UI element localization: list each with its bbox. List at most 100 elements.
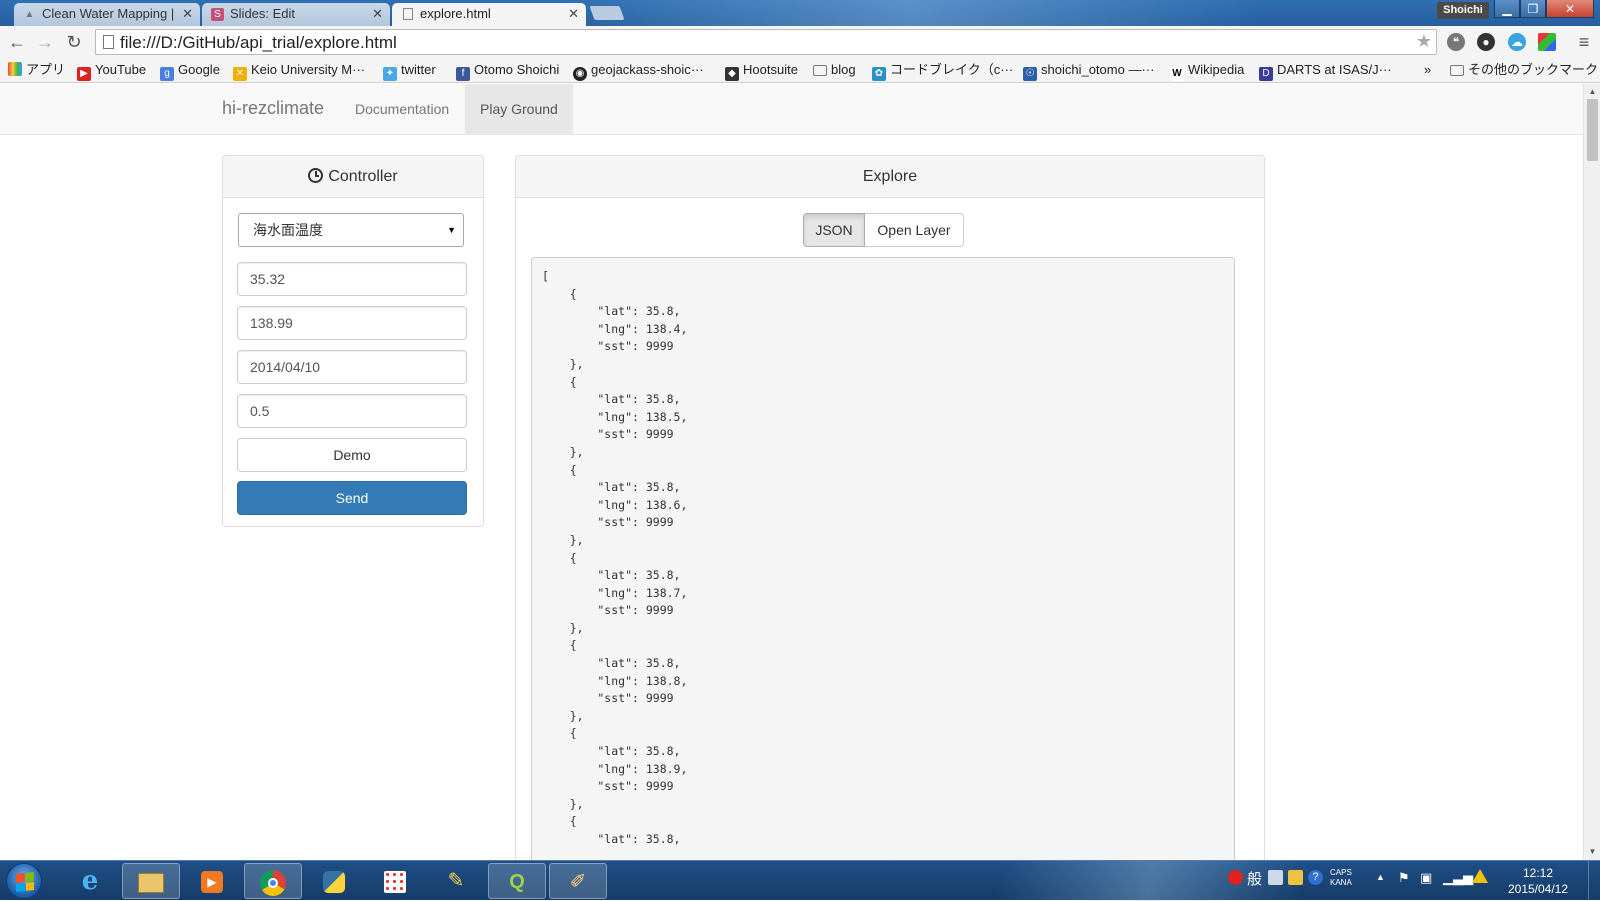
- close-window-icon[interactable]: ✕: [1546, 0, 1594, 18]
- scroll-thumb[interactable]: [1587, 99, 1598, 161]
- page-scrollbar[interactable]: ▲ ▼: [1583, 84, 1600, 860]
- demo-button[interactable]: Demo: [237, 438, 467, 472]
- bookmark-codebreak[interactable]: ✿ コードブレイク（c···: [872, 62, 1013, 81]
- tab-close-icon[interactable]: ✕: [372, 3, 383, 25]
- browser-toolbar: ← → ↻ file:///D:/GitHub/api_trial/explor…: [0, 26, 1600, 57]
- bookmark-darts[interactable]: D DARTS at ISAS/J···: [1259, 62, 1392, 81]
- bookmark-keio[interactable]: ✕ Keio University M···: [233, 62, 365, 81]
- tab-json[interactable]: JSON: [803, 213, 865, 247]
- internet-explorer-icon[interactable]: e: [61, 863, 119, 899]
- tray-google-drive-icon[interactable]: [1472, 869, 1488, 886]
- bookmark-wikipedia[interactable]: W Wikipedia: [1170, 62, 1244, 81]
- explore-heading: Explore: [516, 156, 1264, 198]
- keio-x-icon: ✕: [233, 67, 247, 81]
- new-tab-button[interactable]: [589, 6, 625, 20]
- tray-action-center-flag-icon[interactable]: ⚑: [1398, 870, 1410, 886]
- windows-taskbar: e ▶ ✎ Q ✐ 般 ? CAPS KANA ▲ ⚑ ▣ ▁▃▅ 12:12 2…: [0, 860, 1600, 901]
- tab-close-icon[interactable]: ✕: [568, 3, 579, 25]
- page-viewport: hi-rezclimate Documentation Play Ground …: [0, 84, 1583, 860]
- tray-clock[interactable]: 12:12 2015/04/12: [1497, 865, 1579, 897]
- qgis-icon[interactable]: Q: [488, 863, 546, 899]
- chevron-down-icon: ▼: [447, 225, 456, 235]
- page-icon: [103, 35, 114, 49]
- range-input[interactable]: 0.5: [237, 394, 467, 428]
- tray-caps-label: CAPS: [1330, 868, 1352, 877]
- scroll-up-arrow-icon[interactable]: ▲: [1584, 84, 1600, 100]
- folder-icon: [813, 65, 827, 76]
- hootsuite-owl-icon: ◆: [725, 67, 739, 81]
- address-url[interactable]: file:///D:/GitHub/api_trial/explore.html: [120, 33, 397, 52]
- bookmarks-overflow-chevron[interactable]: »: [1424, 62, 1431, 78]
- bookmark-hootsuite[interactable]: ◆ Hootsuite: [725, 62, 798, 81]
- profile-badge[interactable]: Shoichi: [1437, 2, 1489, 19]
- tray-antivirus-icon[interactable]: [1228, 870, 1243, 888]
- json-output: [ { "lat": 35.8, "lng": 138.4, "sst": 99…: [531, 257, 1235, 860]
- show-desktop-button[interactable]: [1588, 861, 1600, 901]
- bookmark-youtube[interactable]: ▶ YouTube: [77, 62, 146, 81]
- tab-favicon-icon: S: [211, 8, 224, 21]
- tab-explore-html[interactable]: explore.html ✕: [392, 3, 586, 26]
- tab-clean-water-mapping[interactable]: ▲ Clean Water Mapping | ✕: [14, 3, 200, 26]
- longitude-input[interactable]: 138.99: [237, 306, 467, 340]
- browser-titlebar: ▲ Clean Water Mapping | ✕ S Slides: Edit…: [0, 0, 1600, 26]
- address-bar[interactable]: file:///D:/GitHub/api_trial/explore.html…: [95, 29, 1437, 55]
- tray-show-hidden-icon[interactable]: ▲: [1376, 872, 1385, 882]
- extension-hangouts-icon[interactable]: ❝: [1447, 33, 1465, 51]
- forward-arrow-icon[interactable]: →: [33, 30, 57, 54]
- pen-tool-icon[interactable]: ✎: [427, 863, 485, 899]
- bookmark-shoichi-otomo[interactable]: ☉ shoichi_otomo —···: [1023, 62, 1154, 81]
- app-grid-icon[interactable]: [366, 863, 424, 899]
- chrome-icon[interactable]: [244, 863, 302, 899]
- github-icon: ◉: [573, 67, 587, 81]
- tray-dictionary-icon[interactable]: [1288, 870, 1303, 888]
- nav-link-play-ground[interactable]: Play Ground: [465, 84, 573, 134]
- bookmarks-bar: アプリ ▶ YouTube g Google ✕ Keio University M·…: [0, 57, 1600, 83]
- folder-icon: [1450, 65, 1464, 76]
- bookmark-twitter[interactable]: ✦ twitter: [383, 62, 436, 81]
- extension-dark-orb-icon[interactable]: ●: [1477, 33, 1495, 51]
- dataset-select[interactable]: 海水面温度 ▼: [238, 213, 464, 247]
- start-button[interactable]: [6, 863, 42, 899]
- tray-ime-pad-icon[interactable]: [1268, 870, 1283, 888]
- tray-ime-mode[interactable]: 般: [1247, 868, 1262, 889]
- codebreak-icon: ✿: [872, 67, 886, 81]
- controller-title: Controller: [328, 168, 398, 185]
- extension-cloud-icon[interactable]: ☁: [1508, 33, 1526, 51]
- extension-colorful-icon[interactable]: [1538, 33, 1556, 51]
- back-arrow-icon[interactable]: ←: [5, 30, 29, 54]
- bookmark-folder-blog[interactable]: blog: [813, 62, 856, 78]
- send-button[interactable]: Send: [237, 481, 467, 515]
- tab-close-icon[interactable]: ✕: [182, 3, 193, 25]
- tab-slides-edit[interactable]: S Slides: Edit ✕: [202, 3, 390, 26]
- shield-profile-icon: ☉: [1023, 67, 1037, 81]
- reload-icon[interactable]: ↻: [62, 30, 86, 54]
- windows-logo-icon: [16, 872, 34, 892]
- paint-palette-icon[interactable]: ✐: [549, 863, 607, 899]
- google-icon: g: [160, 67, 174, 81]
- nav-link-documentation[interactable]: Documentation: [340, 84, 464, 134]
- tray-network-signal-icon[interactable]: ▁▃▅: [1443, 870, 1473, 886]
- scroll-down-arrow-icon[interactable]: ▼: [1584, 844, 1600, 860]
- tray-device-icon[interactable]: ▣: [1420, 870, 1432, 886]
- navbar-brand[interactable]: hi-rezclimate: [222, 98, 324, 119]
- date-input[interactable]: 2014/04/10: [237, 350, 467, 384]
- bookmark-google[interactable]: g Google: [160, 62, 220, 81]
- bookmark-facebook[interactable]: f Otomo Shoichi: [456, 62, 559, 81]
- media-player-icon[interactable]: ▶: [183, 863, 241, 899]
- latitude-input[interactable]: 35.32: [237, 262, 467, 296]
- chrome-menu-icon[interactable]: ≡: [1572, 30, 1596, 54]
- file-explorer-icon[interactable]: [122, 863, 180, 899]
- maximize-window-icon[interactable]: ❐: [1520, 0, 1546, 18]
- titlebar-glow: [560, 0, 1260, 26]
- bookmark-apps[interactable]: アプリ: [8, 62, 65, 78]
- youtube-icon: ▶: [77, 67, 91, 81]
- bookmark-github[interactable]: ◉ geojackass-shoic···: [573, 62, 704, 81]
- minimize-window-icon[interactable]: ▁: [1494, 0, 1520, 18]
- tray-help-icon[interactable]: ?: [1308, 870, 1323, 885]
- tray-time: 12:12: [1522, 866, 1554, 880]
- bookmark-star-icon[interactable]: ★: [1416, 31, 1432, 52]
- python-icon[interactable]: [305, 863, 363, 899]
- tab-title: Slides: Edit: [230, 6, 296, 21]
- other-bookmarks-folder[interactable]: その他のブックマーク: [1450, 62, 1598, 78]
- tab-open-layer[interactable]: Open Layer: [865, 213, 964, 247]
